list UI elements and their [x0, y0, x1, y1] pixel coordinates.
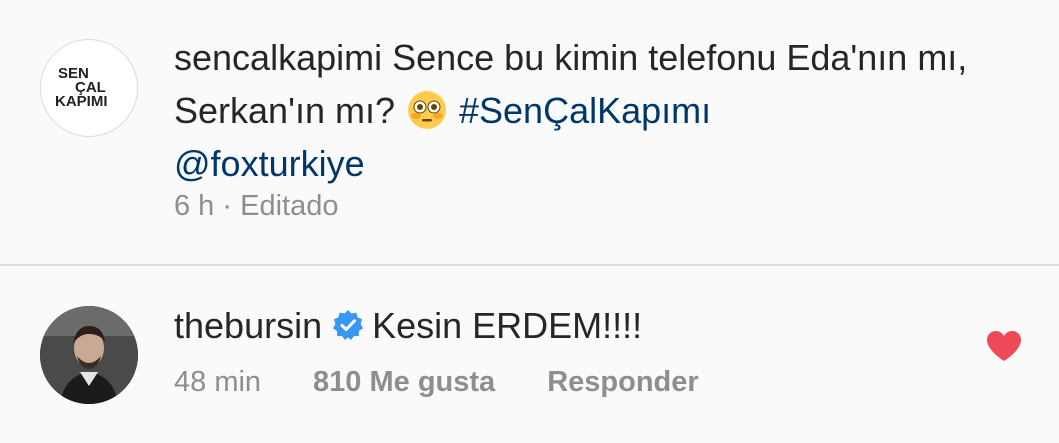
avatar-logo-line-3: KAPIMI: [55, 93, 108, 110]
heart-like-icon[interactable]: [986, 330, 1022, 362]
edited-label: Editado: [240, 190, 339, 222]
comment-text: thebursin Kesin ERDEM!!!!: [174, 302, 642, 350]
comment-username[interactable]: thebursin: [174, 305, 322, 346]
mention-link[interactable]: @foxturkiye: [174, 143, 365, 184]
comment-meta: 48 min 810 Me gusta Responder: [174, 366, 699, 399]
hashtag-link[interactable]: #SenÇalKapımı: [459, 90, 711, 131]
comment-likes-count[interactable]: 810 Me gusta: [313, 366, 495, 398]
post-caption: SEN ÇAL KAPIMI sencalkapimi Sence bu kim…: [0, 0, 1059, 262]
comment-row: thebursin Kesin ERDEM!!!! 48 min 810 Me g…: [0, 266, 1059, 443]
sencalkapimi-avatar[interactable]: SEN ÇAL KAPIMI: [40, 39, 138, 137]
verified-badge-icon: [332, 305, 364, 340]
comment-timestamp[interactable]: 48 min: [174, 366, 261, 398]
thebursin-avatar[interactable]: [40, 306, 138, 404]
post-username[interactable]: sencalkapimi: [174, 37, 382, 78]
caption-meta: 6 h · Editado: [174, 190, 338, 223]
flushed-face-emoji-icon: [407, 90, 447, 130]
comment-body: Kesin ERDEM!!!!: [372, 305, 643, 346]
reply-button[interactable]: Responder: [547, 366, 698, 398]
meta-separator: ·: [214, 190, 241, 222]
caption-timestamp[interactable]: 6 h: [174, 190, 214, 222]
caption-text: sencalkapimi Sence bu kimin telefonu Eda…: [174, 31, 1034, 190]
